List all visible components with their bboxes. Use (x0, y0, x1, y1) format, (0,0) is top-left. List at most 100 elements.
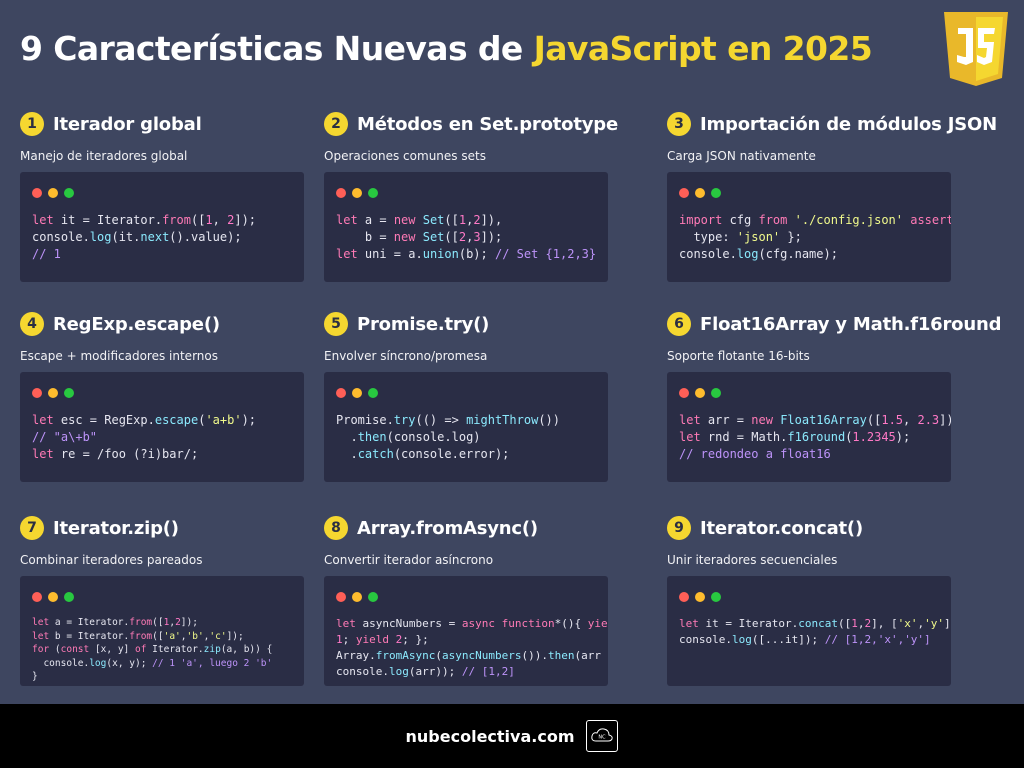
maximize-dot-icon (368, 188, 378, 198)
feature-title: Importación de módulos JSON (700, 113, 997, 135)
feature-description: Combinar iteradores pareados (20, 553, 203, 567)
feature-card: 8 Array.fromAsync() Convertir iterador así… (324, 514, 634, 689)
code-snippet: let asyncNumbers = async function*(){ yi… (336, 616, 608, 680)
maximize-dot-icon (64, 388, 74, 398)
feature-card: 4 RegExp.escape() Escape + modificadores i… (20, 310, 330, 485)
code-window: let it = Iterator.from([1, 2]); console.l… (20, 172, 304, 282)
feature-card: 9 Iterator.concat() Unir iteradores secuen… (667, 514, 977, 689)
feature-title: RegExp.escape() (53, 313, 220, 335)
feature-title: Array.fromAsync() (357, 517, 538, 539)
feature-description: Manejo de iteradores global (20, 149, 188, 163)
window-controls (336, 388, 596, 398)
close-dot-icon (32, 592, 42, 602)
feature-title: Promise.try() (357, 313, 490, 335)
minimize-dot-icon (352, 592, 362, 602)
close-dot-icon (679, 188, 689, 198)
code-line: let b = Iterator.from(['a','b','c']); (32, 630, 244, 642)
feature-description: Operaciones comunes sets (324, 149, 486, 163)
code-line: type: 'json' }; (679, 230, 802, 244)
minimize-dot-icon (695, 592, 705, 602)
feature-description: Carga JSON nativamente (667, 149, 816, 163)
maximize-dot-icon (64, 592, 74, 602)
feature-number-badge: 7 (20, 516, 44, 540)
maximize-dot-icon (368, 388, 378, 398)
code-line: } (32, 671, 38, 682)
window-controls (336, 592, 596, 602)
javascript-shield-icon (944, 12, 1008, 86)
footer: nubecolectiva.com NC (0, 704, 1024, 768)
code-snippet: let esc = RegExp.escape('a+b'); // "a\+b"… (32, 412, 292, 463)
code-line: .catch(console.error); (336, 447, 510, 461)
code-window: Promise.try(() => mightThrow()) .then(co… (324, 372, 608, 482)
header: 9 Características Nuevas de JavaScript e… (20, 26, 873, 80)
window-controls (32, 188, 292, 198)
close-dot-icon (679, 592, 689, 602)
feature-card: 2 Métodos en Set.prototype Operaciones com… (324, 110, 634, 285)
window-controls (32, 592, 292, 602)
close-dot-icon (679, 388, 689, 398)
code-line: let a = new Set([1,2]), (336, 213, 503, 227)
code-line: console.log(arr)); // [1,2] (336, 665, 515, 678)
code-line: for (const [x, y] of Iterator.zip(a, b))… (32, 644, 273, 655)
code-snippet: import cfg from './config.json' assert {… (679, 212, 951, 263)
maximize-dot-icon (711, 388, 721, 398)
code-line: // redondeo a float16 (679, 447, 831, 461)
feature-number-badge: 5 (324, 312, 348, 336)
maximize-dot-icon (711, 592, 721, 602)
code-line: let a = Iterator.from([1,2]); (32, 617, 198, 628)
feature-number-badge: 6 (667, 312, 691, 336)
code-line: console.log([...it]); // [1,2,'x','y'] (679, 633, 931, 646)
code-window: let a = Iterator.from([1,2]); let b = Ite… (20, 576, 304, 686)
code-snippet: let a = new Set([1,2]), b = new Set([2,3… (336, 212, 596, 263)
code-line: Array.fromAsync(asyncNumbers()).then(arr… (336, 649, 608, 662)
code-line: b = new Set([2,3]); (336, 230, 503, 244)
minimize-dot-icon (48, 188, 58, 198)
feature-card-header: 8 Array.fromAsync() (324, 514, 634, 542)
window-controls (679, 388, 939, 398)
minimize-dot-icon (695, 388, 705, 398)
feature-card-header: 6 Float16Array y Math.f16round (667, 310, 1001, 338)
feature-card-header: 7 Iterator.zip() (20, 514, 330, 542)
feature-description: Unir iteradores secuenciales (667, 553, 838, 567)
cloud-icon: NC (591, 728, 614, 742)
feature-number-badge: 9 (667, 516, 691, 540)
page-title: 9 Características Nuevas de JavaScript e… (20, 26, 873, 72)
maximize-dot-icon (64, 188, 74, 198)
code-line: import cfg from './config.json' assert { (679, 213, 951, 227)
feature-description: Convertir iterador asíncrono (324, 553, 494, 567)
feature-number-badge: 1 (20, 112, 44, 136)
page-title-accent: JavaScript en 2025 (533, 29, 873, 68)
code-snippet: let a = Iterator.from([1,2]); let b = Ite… (32, 616, 292, 684)
code-window: let esc = RegExp.escape('a+b'); // "a\+b"… (20, 372, 304, 482)
feature-card-header: 4 RegExp.escape() (20, 310, 330, 338)
site-url: nubecolectiva.com (405, 726, 575, 746)
minimize-dot-icon (352, 188, 362, 198)
code-line: let it = Iterator.from([1, 2]); (32, 213, 257, 227)
code-snippet: let it = Iterator.from([1, 2]); console.l… (32, 212, 292, 263)
code-line: Promise.try(() => mightThrow()) (336, 413, 560, 427)
feature-number-badge: 8 (324, 516, 348, 540)
code-line: // 1 (32, 247, 61, 261)
code-line: // "a\+b" (32, 430, 98, 444)
close-dot-icon (32, 188, 42, 198)
feature-card-header: 5 Promise.try() (324, 310, 634, 338)
code-line: let arr = new Float16Array([1.5, 2.3]); (679, 413, 951, 427)
feature-description: Envolver síncrono/promesa (324, 349, 488, 363)
feature-title: Métodos en Set.prototype (357, 113, 618, 135)
minimize-dot-icon (48, 388, 58, 398)
minimize-dot-icon (48, 592, 58, 602)
code-window: let a = new Set([1,2]), b = new Set([2,3… (324, 172, 608, 282)
feature-card: 1 Iterador global Manejo de iteradores glo… (20, 110, 330, 285)
code-window: import cfg from './config.json' assert {… (667, 172, 951, 282)
code-line: let uni = a.union(b); // Set {1,2,3} (336, 247, 597, 261)
window-controls (32, 388, 292, 398)
code-line: let asyncNumbers = async function*(){ yi… (336, 617, 608, 630)
feature-card: 3 Importación de módulos JSON Carga JSON n… (667, 110, 997, 285)
feature-number-badge: 4 (20, 312, 44, 336)
feature-description: Soporte flotante 16-bits (667, 349, 810, 363)
feature-title: Iterator.concat() (700, 517, 863, 539)
feature-title: Float16Array y Math.f16round (700, 313, 1002, 335)
code-snippet: let arr = new Float16Array([1.5, 2.3]); l… (679, 412, 951, 463)
window-controls (679, 592, 939, 602)
code-line: let esc = RegExp.escape('a+b'); (32, 413, 257, 427)
